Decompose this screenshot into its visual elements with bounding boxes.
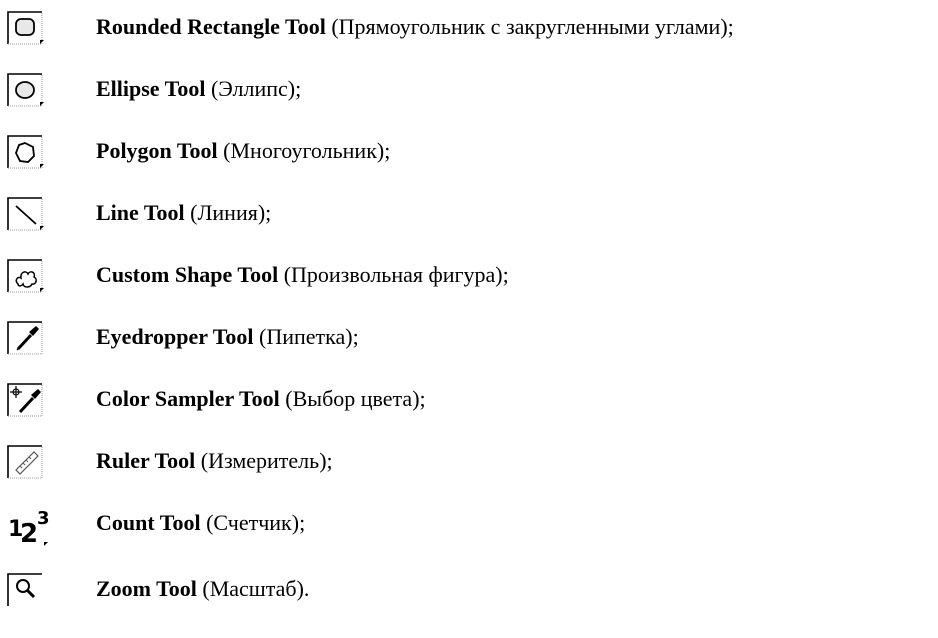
- tool-name: Zoom Tool: [96, 576, 197, 601]
- tool-description: (Счетчик);: [200, 510, 306, 535]
- tool-item-custom-shape: Custom Shape Tool (Произвольная фигура);: [0, 256, 938, 314]
- rounded-rectangle-icon: [6, 10, 46, 46]
- tool-description: (Пипетка);: [253, 324, 359, 349]
- tool-item-line: Line Tool (Линия);: [0, 194, 938, 252]
- line-icon: [6, 196, 46, 232]
- tool-name: Rounded Rectangle Tool: [96, 14, 326, 39]
- tool-name: Ellipse Tool: [96, 76, 206, 101]
- count-icon: 1 2 3: [6, 506, 50, 548]
- tool-name: Ruler Tool: [96, 448, 196, 473]
- svg-text:2: 2: [20, 519, 38, 548]
- color-sampler-icon: [6, 382, 46, 418]
- polygon-icon: [6, 134, 46, 170]
- tool-item-polygon: Polygon Tool (Многоугольник);: [0, 132, 938, 190]
- tool-name: Eyedropper Tool: [96, 324, 254, 349]
- custom-shape-icon: [6, 258, 46, 294]
- tool-name: Count Tool: [96, 510, 201, 535]
- tool-description: (Эллипс);: [205, 76, 302, 101]
- tool-item-rounded-rectangle: Rounded Rectangle Tool (Прямоугольник с …: [0, 8, 938, 66]
- tool-item-color-sampler: Color Sampler Tool (Выбор цвета);: [0, 380, 938, 438]
- tool-description: (Выбор цвета);: [279, 386, 426, 411]
- tool-description: (Произвольная фигура);: [278, 262, 509, 287]
- tool-name: Line Tool: [96, 200, 185, 225]
- tool-name: Custom Shape Tool: [96, 262, 279, 287]
- tool-name: Color Sampler Tool: [96, 386, 280, 411]
- ruler-icon: [6, 444, 46, 480]
- tool-description: (Масштаб).: [196, 576, 310, 601]
- eyedropper-icon: [6, 320, 46, 356]
- tool-description: (Многоугольник);: [217, 138, 391, 163]
- tool-item-count: 1 2 3 Count Tool (Счетчик);: [0, 504, 938, 562]
- ellipse-icon: [6, 72, 46, 108]
- tool-item-zoom: Zoom Tool (Масштаб).: [0, 570, 938, 628]
- tool-name: Polygon Tool: [96, 138, 218, 163]
- tool-item-ellipse: Ellipse Tool (Эллипс);: [0, 70, 938, 128]
- tool-list: Rounded Rectangle Tool (Прямоугольник с …: [0, 0, 938, 638]
- tool-description: (Прямоугольник с закругленными углами);: [325, 14, 734, 39]
- tool-description: (Линия);: [184, 200, 272, 225]
- tool-item-ruler: Ruler Tool (Измеритель);: [0, 442, 938, 500]
- tool-item-eyedropper: Eyedropper Tool (Пипетка);: [0, 318, 938, 376]
- zoom-icon: [6, 572, 46, 608]
- svg-text:3: 3: [37, 508, 50, 529]
- tool-description: (Измеритель);: [195, 448, 333, 473]
